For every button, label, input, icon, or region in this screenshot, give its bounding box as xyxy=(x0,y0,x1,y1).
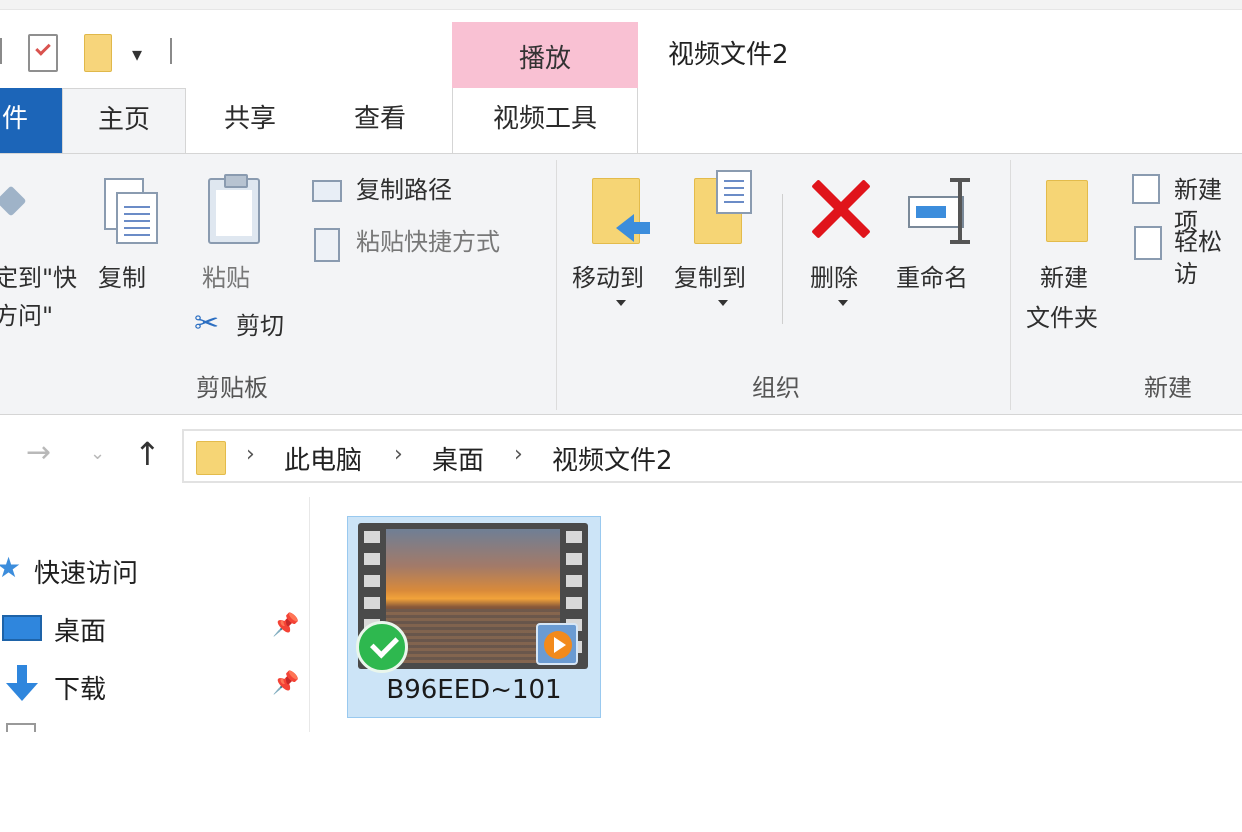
copy-to-label: 复制到 xyxy=(674,264,746,292)
new-folder-label-line2: 文件夹 xyxy=(1026,304,1098,332)
copy-path-label: 复制路径 xyxy=(356,176,452,204)
forward-arrow-icon[interactable]: → xyxy=(26,435,51,470)
group-separator xyxy=(1010,160,1011,410)
move-to-label: 移动到 xyxy=(572,264,644,292)
copy-label: 复制 xyxy=(98,264,146,292)
rename-icon xyxy=(908,196,964,228)
ribbon: 定到"快 方问" 复制 粘贴 复制路径 粘贴快捷方式 ✂ 剪切 剪贴板 移动到 … xyxy=(0,153,1242,415)
file-item[interactable]: B96EED~101 xyxy=(347,516,601,718)
customize-toolbar-dropdown-icon[interactable]: ▾ xyxy=(132,42,142,66)
group-label-organize: 组织 xyxy=(752,374,800,402)
desktop-icon xyxy=(2,615,42,641)
copy-path-icon xyxy=(312,180,342,202)
pin-icon xyxy=(0,190,30,230)
group-separator xyxy=(556,160,557,410)
pin-label-line2: 方问" xyxy=(0,302,54,330)
tab-video-tools[interactable]: 视频工具 xyxy=(452,88,638,154)
new-folder-icon xyxy=(1046,180,1088,242)
window-title: 视频文件2 xyxy=(668,40,789,70)
delete-label: 删除 xyxy=(810,264,858,292)
recent-locations-chevron-icon[interactable]: ⌄ xyxy=(90,443,105,464)
address-bar[interactable]: › 此电脑 › 桌面 › 视频文件2 xyxy=(182,429,1242,483)
quick-access-toolbar: ▾ xyxy=(0,28,200,78)
media-player-icon xyxy=(536,623,578,665)
sync-status-check-icon xyxy=(356,621,408,673)
group-label-new: 新建 xyxy=(1144,374,1192,402)
breadcrumb-this-pc[interactable]: 此电脑 xyxy=(284,440,362,477)
rename-label: 重命名 xyxy=(896,264,968,292)
paste-shortcut-icon xyxy=(314,228,340,262)
tab-file[interactable]: 件 xyxy=(0,88,62,154)
chevron-right-icon[interactable]: › xyxy=(394,442,403,467)
documents-icon xyxy=(6,723,36,732)
paste-icon xyxy=(208,174,260,244)
up-arrow-icon[interactable]: ↑ xyxy=(134,435,161,473)
breadcrumb-desktop[interactable]: 桌面 xyxy=(432,440,484,477)
new-folder-quick-icon[interactable] xyxy=(84,34,112,72)
delete-icon xyxy=(808,176,874,242)
chevron-right-icon[interactable]: › xyxy=(246,442,255,467)
pin-icon[interactable]: 📌 xyxy=(272,613,299,638)
easy-access-label: 轻松访 xyxy=(1174,228,1222,288)
nav-item-label: 桌面 xyxy=(54,617,107,647)
breadcrumb-current-folder[interactable]: 视频文件2 xyxy=(552,440,673,477)
navigation-pane: ★ 快速访问 桌面 📌 下载 📌 xyxy=(0,497,310,732)
folder-icon xyxy=(196,441,226,475)
new-folder-label-line1: 新建 xyxy=(1040,264,1088,292)
easy-access-icon xyxy=(1134,226,1162,260)
ribbon-tabs: 件 主页 共享 查看 视频工具 xyxy=(0,88,1242,156)
context-tab-header-play: 播放 xyxy=(452,22,638,88)
nav-item-desktop[interactable]: 桌面 📌 xyxy=(0,605,309,649)
nav-item-label: 下载 xyxy=(54,675,107,705)
scissors-icon: ✂ xyxy=(194,306,220,341)
tab-share[interactable]: 共享 xyxy=(200,88,300,154)
nav-item-quick-access[interactable]: ★ 快速访问 xyxy=(0,547,309,591)
download-icon xyxy=(4,665,40,705)
move-to-dropdown-icon xyxy=(616,300,626,306)
nav-item-label: 快速访问 xyxy=(34,559,139,589)
window-top-edge xyxy=(0,0,1242,10)
nav-item-downloads[interactable]: 下载 📌 xyxy=(0,663,309,707)
paste-label: 粘贴 xyxy=(202,264,250,292)
cut-label: 剪切 xyxy=(236,312,284,340)
navigation-bar: → ⌄ ↑ › 此电脑 › 桌面 › 视频文件2 xyxy=(0,415,1242,497)
properties-icon[interactable] xyxy=(28,34,58,72)
pin-label-line1: 定到"快 xyxy=(0,264,78,292)
tab-view[interactable]: 查看 xyxy=(330,88,430,154)
delete-dropdown-icon xyxy=(838,300,848,306)
new-item-icon xyxy=(1132,174,1160,204)
chevron-right-icon[interactable]: › xyxy=(514,442,523,467)
pin-icon[interactable]: 📌 xyxy=(272,671,299,696)
toolbar-separator xyxy=(170,38,172,64)
copy-to-dropdown-icon xyxy=(718,300,728,306)
file-name: B96EED~101 xyxy=(386,675,562,705)
toolbar-separator xyxy=(0,38,2,64)
tab-home[interactable]: 主页 xyxy=(62,88,186,156)
group-label-clipboard: 剪贴板 xyxy=(196,374,268,402)
star-icon: ★ xyxy=(0,551,21,584)
paste-shortcut-label: 粘贴快捷方式 xyxy=(356,228,500,256)
